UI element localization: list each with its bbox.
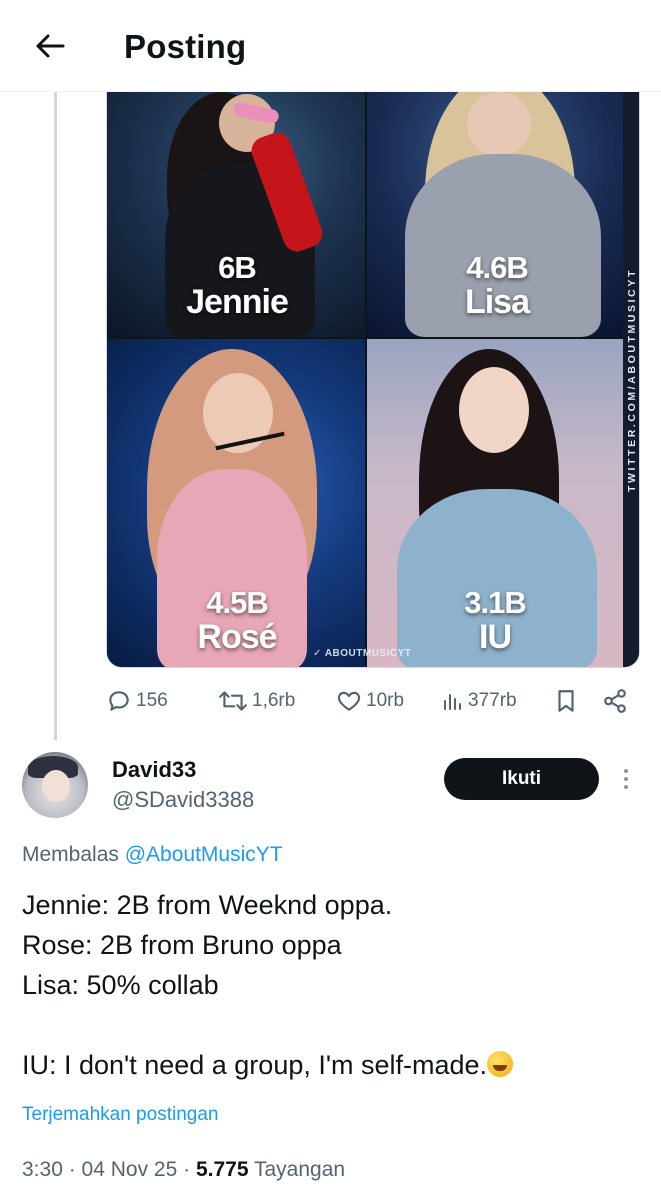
- share-action[interactable]: [602, 684, 628, 718]
- analytics-icon: [444, 694, 461, 710]
- back-button[interactable]: [26, 26, 74, 66]
- post-action-bar: 156 1,6rb 10rb 377rb: [106, 684, 640, 718]
- top-bar: Posting: [0, 0, 661, 92]
- media-collage: 6B Jennie 4.6B Lisa 4.5B Rosé 3.1B IU TW…: [107, 92, 639, 667]
- share-icon: [604, 689, 626, 713]
- translate-post-link[interactable]: Terjemahkan postingan: [22, 1104, 218, 1126]
- collage-tile-iu: 3.1B IU: [367, 339, 623, 667]
- avatar[interactable]: [22, 752, 88, 818]
- reply-line-last: IU: I don't need a group, I'm self-made.: [22, 1045, 514, 1085]
- reply-count: 156: [136, 690, 168, 711]
- follow-button[interactable]: Ikuti: [444, 758, 599, 800]
- post-metadata: 3:30 · 04 Nov 25 · 5.775 Tayangan: [22, 1158, 346, 1181]
- views-action[interactable]: 377rb: [442, 684, 517, 718]
- repost-icon: [219, 691, 247, 711]
- replying-to: Membalas @AboutMusicYT: [22, 843, 283, 867]
- reply-action[interactable]: 156: [106, 684, 168, 718]
- stat-label: 3.1B IU: [464, 585, 526, 656]
- watermark-side-text: TWITTER.COM/ABOUTMUSICYT: [626, 268, 638, 492]
- page-title: Posting: [124, 28, 247, 65]
- watermark-bottom: ✓ ABOUTMUSICYT: [313, 648, 411, 659]
- stat-label: 4.6B Lisa: [464, 250, 530, 321]
- reply-line: Lisa: 50% collab: [22, 970, 219, 1000]
- post-time[interactable]: 3:30: [22, 1158, 63, 1181]
- verified-circle-icon: ✓: [313, 648, 322, 659]
- replying-to-link[interactable]: @AboutMusicYT: [125, 843, 283, 866]
- bookmark-action[interactable]: [554, 684, 578, 718]
- user-handle[interactable]: @SDavid3388: [112, 787, 254, 813]
- reply-line: [22, 1005, 513, 1045]
- collage-tile-lisa: 4.6B Lisa: [367, 92, 623, 337]
- collage-tile-rose: 4.5B Rosé: [107, 339, 365, 667]
- watermark-strip: TWITTER.COM/ABOUTMUSICYT: [623, 92, 639, 667]
- display-name[interactable]: David33: [112, 757, 196, 783]
- repost-count: 1,6rb: [252, 690, 296, 711]
- arrow-left-icon: [36, 34, 65, 58]
- reply-line: Jennie: 2B from Weeknd oppa.: [22, 890, 393, 920]
- thread-connector: [54, 92, 57, 740]
- bookmark-icon: [558, 690, 574, 712]
- laughing-emoji-icon: [487, 1051, 514, 1077]
- like-count: 10rb: [366, 690, 405, 711]
- post-date[interactable]: 04 Nov 25: [82, 1158, 178, 1181]
- views-total: 5.775: [195, 1158, 249, 1181]
- views-label: Tayangan: [253, 1158, 346, 1181]
- heart-icon: [337, 691, 361, 711]
- like-action[interactable]: 10rb: [336, 684, 404, 718]
- reply-icon: [109, 691, 129, 711]
- more-options-icon[interactable]: [614, 764, 638, 794]
- reply-line: Rose: 2B from Bruno oppa: [22, 930, 342, 960]
- reply-body: Jennie: 2B from Weeknd oppa. Rose: 2B fr…: [22, 885, 514, 1085]
- collage-tile-jennie: 6B Jennie: [107, 92, 365, 337]
- post-media-image[interactable]: 6B Jennie 4.6B Lisa 4.5B Rosé 3.1B IU TW…: [106, 92, 640, 668]
- watermark-bottom-text: ABOUTMUSICYT: [324, 648, 412, 659]
- replying-prefix: Membalas: [22, 843, 119, 866]
- repost-action[interactable]: 1,6rb: [218, 684, 295, 718]
- stat-label: 4.5B Rosé: [197, 585, 277, 656]
- stat-label: 6B Jennie: [186, 250, 289, 321]
- views-count: 377rb: [468, 690, 517, 711]
